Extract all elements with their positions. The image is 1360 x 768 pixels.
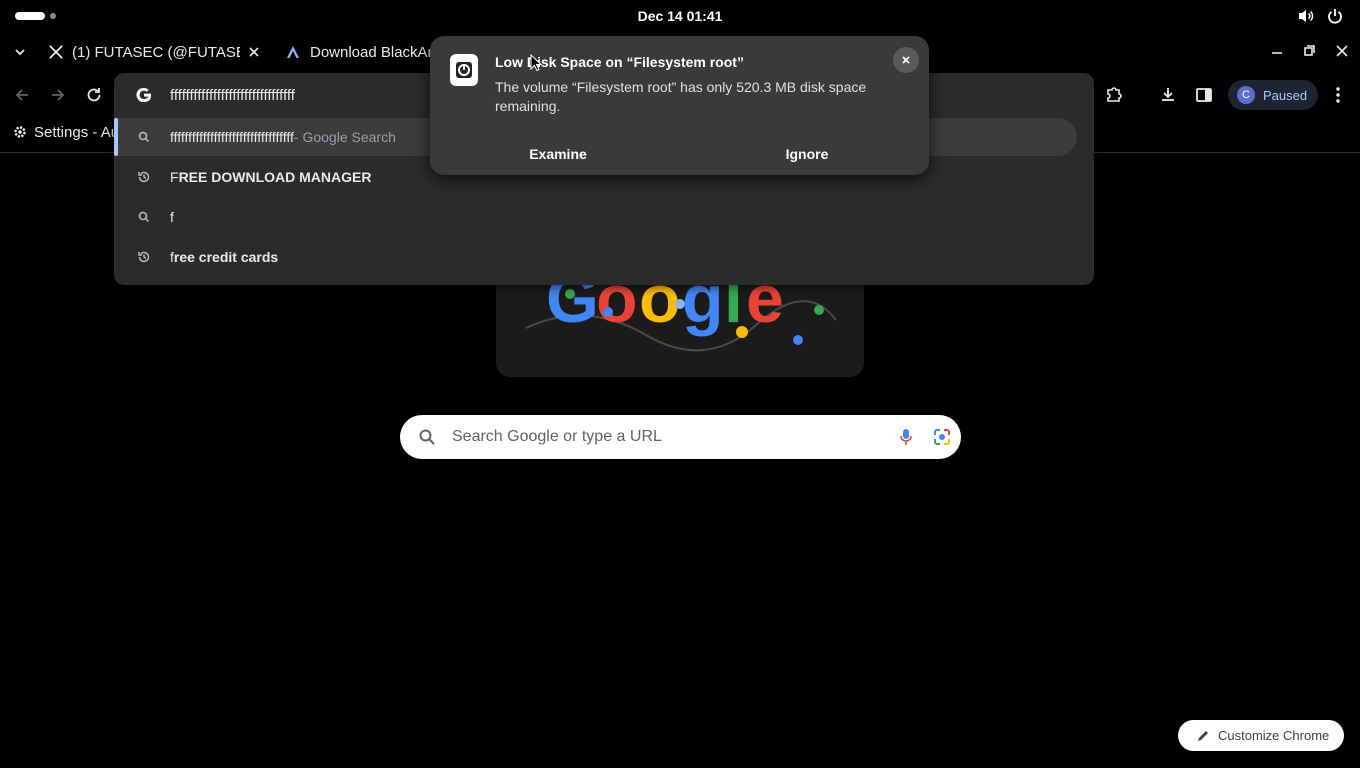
close-tab-icon[interactable] (248, 46, 260, 58)
bookmark-settings[interactable]: Settings - Au (12, 121, 119, 143)
profile-paused-button[interactable]: C Paused (1228, 80, 1318, 110)
google-lens-icon[interactable] (932, 427, 952, 447)
suggestion-text: ffffffffffffffffffffffffffffffffff (170, 129, 294, 145)
tab-futasec[interactable]: (1) FUTASEC (@FUTASEC (48, 36, 268, 68)
suggestion-match: F (170, 169, 179, 185)
menu-kebab-icon[interactable] (1328, 85, 1348, 105)
workspace-dot[interactable] (50, 13, 56, 19)
side-panel-icon[interactable] (1194, 85, 1214, 105)
customize-label: Customize Chrome (1218, 728, 1330, 743)
close-window-icon[interactable] (1335, 44, 1349, 58)
suggestion-suffix: - Google Search (293, 129, 396, 145)
low-disk-space-notification[interactable]: Low Disk Space on “Filesystem root” The … (430, 36, 929, 175)
extensions-icon[interactable] (1104, 85, 1124, 105)
power-icon[interactable] (1326, 7, 1344, 25)
suggestion-text: f (170, 209, 174, 225)
minimize-icon[interactable] (1270, 44, 1284, 58)
disk-usage-icon (450, 54, 478, 86)
restore-icon[interactable] (1302, 44, 1316, 58)
microphone-icon[interactable] (898, 427, 914, 447)
forward-icon[interactable] (48, 85, 68, 105)
bookmark-label: Settings - Au (34, 123, 120, 141)
x-logo-icon (48, 44, 64, 60)
suggestion-text: REE DOWNLOAD MANAGER (178, 169, 372, 185)
examine-button[interactable]: Examine (433, 138, 683, 170)
search-icon (418, 428, 436, 446)
arch-logo-icon (286, 45, 300, 59)
tab-download-blackarch[interactable]: Download BlackAr (286, 36, 431, 68)
profile-status-label: Paused (1263, 87, 1308, 103)
suggestion-item[interactable]: f (114, 197, 1094, 237)
google-g-icon (134, 85, 154, 105)
gear-icon (12, 124, 28, 140)
history-icon (134, 170, 154, 184)
customize-chrome-button[interactable]: Customize Chrome (1178, 720, 1344, 751)
pencil-icon (1196, 729, 1210, 743)
ntp-search-box[interactable] (400, 415, 961, 459)
activities-indicator[interactable] (15, 12, 45, 20)
reload-icon[interactable] (84, 85, 104, 105)
downloads-icon[interactable] (1158, 85, 1178, 105)
search-icon (134, 211, 154, 223)
back-icon[interactable] (12, 85, 32, 105)
ignore-button[interactable]: Ignore (682, 138, 932, 170)
avatar: C (1237, 86, 1255, 104)
suggestion-item[interactable]: f ree credit cards (114, 237, 1094, 277)
tab-title: (1) FUTASEC (@FUTASEC (72, 43, 240, 61)
notification-body: The volume “Filesystem root” has only 52… (495, 79, 867, 114)
suggestion-text: ree credit cards (173, 249, 279, 265)
tab-search-chevron-icon[interactable] (12, 44, 28, 60)
ntp-search-input[interactable] (450, 427, 874, 447)
system-top-bar (0, 0, 1360, 32)
search-icon (134, 131, 154, 143)
volume-icon[interactable] (1297, 7, 1315, 25)
close-icon[interactable] (893, 47, 919, 73)
mouse-cursor-icon (530, 54, 542, 72)
tab-title: Download BlackAr (310, 43, 431, 61)
history-icon (134, 250, 154, 264)
